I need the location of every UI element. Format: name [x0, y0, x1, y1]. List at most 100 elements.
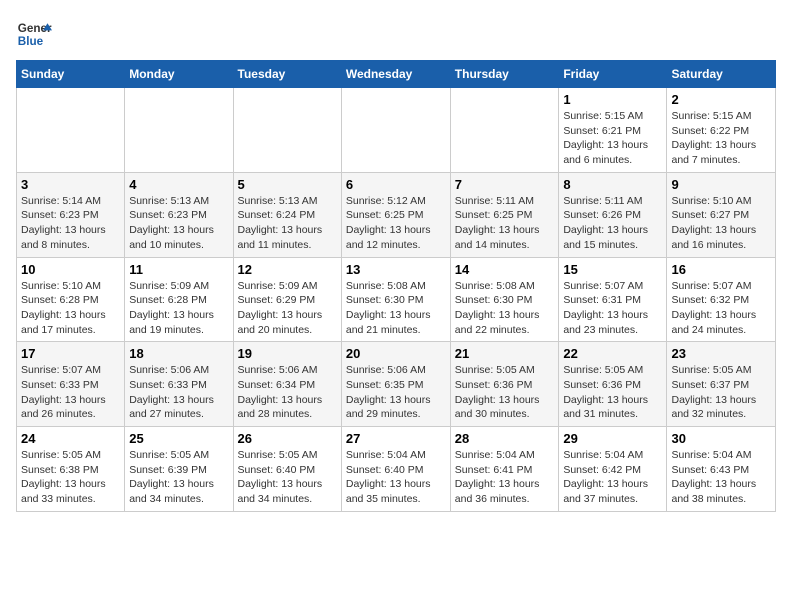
day-number: 27	[346, 431, 446, 446]
day-number: 22	[563, 346, 662, 361]
day-cell-26: 26 Sunrise: 5:05 AMSunset: 6:40 PMDayligh…	[233, 427, 341, 512]
day-number: 29	[563, 431, 662, 446]
day-cell-15: 15Sunrise: 5:07 AMSunset: 6:31 PMDayligh…	[559, 257, 667, 342]
day-header-tuesday: Tuesday	[233, 61, 341, 88]
day-cell-8: 8 Sunrise: 5:11 AMSunset: 6:26 PMDaylight…	[559, 172, 667, 257]
day-cell-2: 2Sunrise: 5:15 AMSunset: 6:22 PMDaylight…	[667, 88, 776, 173]
day-cell-6: 6 Sunrise: 5:12 AMSunset: 6:25 PMDaylight…	[341, 172, 450, 257]
empty-cell	[341, 88, 450, 173]
day-info: Sunrise: 5:06 AMSunset: 6:34 PMDaylight:…	[238, 363, 337, 422]
day-number: 24	[21, 431, 120, 446]
day-cell-25: 25 Sunrise: 5:05 AMSunset: 6:39 PMDayligh…	[125, 427, 233, 512]
header: General Blue	[16, 16, 776, 52]
day-cell-11: 11Sunrise: 5:09 AMSunset: 6:28 PMDayligh…	[125, 257, 233, 342]
day-cell-20: 20Sunrise: 5:06 AMSunset: 6:35 PMDayligh…	[341, 342, 450, 427]
day-cell-3: 3 Sunrise: 5:14 AMSunset: 6:23 PMDaylight…	[17, 172, 125, 257]
day-header-friday: Friday	[559, 61, 667, 88]
day-number: 18	[129, 346, 228, 361]
day-header-monday: Monday	[125, 61, 233, 88]
day-cell-4: 4 Sunrise: 5:13 AMSunset: 6:23 PMDaylight…	[125, 172, 233, 257]
day-info: Sunrise: 5:10 AMSunset: 6:27 PMDaylight:…	[671, 194, 771, 253]
day-number: 13	[346, 262, 446, 277]
svg-text:Blue: Blue	[18, 35, 44, 48]
day-header-wednesday: Wednesday	[341, 61, 450, 88]
day-info: Sunrise: 5:12 AMSunset: 6:25 PMDaylight:…	[346, 194, 446, 253]
day-header-saturday: Saturday	[667, 61, 776, 88]
day-info: Sunrise: 5:10 AMSunset: 6:28 PMDaylight:…	[21, 279, 120, 338]
day-cell-5: 5Sunrise: 5:13 AMSunset: 6:24 PMDaylight…	[233, 172, 341, 257]
day-number: 7	[455, 177, 555, 192]
day-cell-16: 16 Sunrise: 5:07 AMSunset: 6:32 PMDayligh…	[667, 257, 776, 342]
day-cell-10: 10 Sunrise: 5:10 AMSunset: 6:28 PMDayligh…	[17, 257, 125, 342]
day-cell-19: 19 Sunrise: 5:06 AMSunset: 6:34 PMDayligh…	[233, 342, 341, 427]
day-header-sunday: Sunday	[17, 61, 125, 88]
day-number: 6	[346, 177, 446, 192]
day-number: 14	[455, 262, 555, 277]
day-cell-21: 21Sunrise: 5:05 AMSunset: 6:36 PMDayligh…	[450, 342, 559, 427]
day-cell-12: 12 Sunrise: 5:09 AMSunset: 6:29 PMDayligh…	[233, 257, 341, 342]
day-number: 3	[21, 177, 120, 192]
day-number: 2	[671, 92, 771, 107]
day-number: 1	[563, 92, 662, 107]
day-info: Sunrise: 5:14 AMSunset: 6:23 PMDaylight:…	[21, 194, 120, 253]
day-number: 12	[238, 262, 337, 277]
day-cell-7: 7 Sunrise: 5:11 AMSunset: 6:25 PMDaylight…	[450, 172, 559, 257]
day-cell-30: 30 Sunrise: 5:04 AMSunset: 6:43 PMDayligh…	[667, 427, 776, 512]
day-number: 23	[671, 346, 771, 361]
day-number: 21	[455, 346, 555, 361]
day-info: Sunrise: 5:06 AMSunset: 6:33 PMDaylight:…	[129, 363, 228, 422]
day-info: Sunrise: 5:05 AMSunset: 6:37 PMDaylight:…	[671, 363, 771, 422]
day-info: Sunrise: 5:05 AMSunset: 6:40 PMDaylight:…	[238, 448, 337, 507]
empty-cell	[17, 88, 125, 173]
week-row-3: 10 Sunrise: 5:10 AMSunset: 6:28 PMDayligh…	[17, 257, 776, 342]
day-info: Sunrise: 5:11 AMSunset: 6:25 PMDaylight:…	[455, 194, 555, 253]
day-info: Sunrise: 5:05 AMSunset: 6:36 PMDaylight:…	[563, 363, 662, 422]
day-info: Sunrise: 5:05 AMSunset: 6:39 PMDaylight:…	[129, 448, 228, 507]
empty-cell	[233, 88, 341, 173]
week-row-4: 17 Sunrise: 5:07 AMSunset: 6:33 PMDayligh…	[17, 342, 776, 427]
day-number: 5	[238, 177, 337, 192]
day-cell-1: 1 Sunrise: 5:15 AMSunset: 6:21 PMDaylight…	[559, 88, 667, 173]
calendar: SundayMondayTuesdayWednesdayThursdayFrid…	[16, 60, 776, 512]
day-number: 16	[671, 262, 771, 277]
day-header-thursday: Thursday	[450, 61, 559, 88]
day-number: 8	[563, 177, 662, 192]
day-number: 30	[671, 431, 771, 446]
day-info: Sunrise: 5:04 AMSunset: 6:42 PMDaylight:…	[563, 448, 662, 507]
day-info: Sunrise: 5:07 AMSunset: 6:33 PMDaylight:…	[21, 363, 120, 422]
day-info: Sunrise: 5:13 AMSunset: 6:23 PMDaylight:…	[129, 194, 228, 253]
day-cell-29: 29 Sunrise: 5:04 AMSunset: 6:42 PMDayligh…	[559, 427, 667, 512]
day-number: 11	[129, 262, 228, 277]
day-number: 4	[129, 177, 228, 192]
day-number: 26	[238, 431, 337, 446]
empty-cell	[125, 88, 233, 173]
day-info: Sunrise: 5:04 AMSunset: 6:40 PMDaylight:…	[346, 448, 446, 507]
day-info: Sunrise: 5:07 AMSunset: 6:32 PMDaylight:…	[671, 279, 771, 338]
day-info: Sunrise: 5:04 AMSunset: 6:43 PMDaylight:…	[671, 448, 771, 507]
week-row-1: 1 Sunrise: 5:15 AMSunset: 6:21 PMDaylight…	[17, 88, 776, 173]
day-number: 10	[21, 262, 120, 277]
day-info: Sunrise: 5:08 AMSunset: 6:30 PMDaylight:…	[455, 279, 555, 338]
day-cell-9: 9 Sunrise: 5:10 AMSunset: 6:27 PMDaylight…	[667, 172, 776, 257]
day-info: Sunrise: 5:15 AMSunset: 6:21 PMDaylight:…	[563, 109, 662, 168]
empty-cell	[450, 88, 559, 173]
day-number: 15	[563, 262, 662, 277]
day-cell-27: 27 Sunrise: 5:04 AMSunset: 6:40 PMDayligh…	[341, 427, 450, 512]
week-row-2: 3 Sunrise: 5:14 AMSunset: 6:23 PMDaylight…	[17, 172, 776, 257]
day-info: Sunrise: 5:09 AMSunset: 6:29 PMDaylight:…	[238, 279, 337, 338]
day-number: 25	[129, 431, 228, 446]
day-cell-18: 18 Sunrise: 5:06 AMSunset: 6:33 PMDayligh…	[125, 342, 233, 427]
day-number: 9	[671, 177, 771, 192]
day-cell-23: 23 Sunrise: 5:05 AMSunset: 6:37 PMDayligh…	[667, 342, 776, 427]
day-cell-17: 17 Sunrise: 5:07 AMSunset: 6:33 PMDayligh…	[17, 342, 125, 427]
logo-icon: General Blue	[16, 16, 52, 52]
day-cell-22: 22 Sunrise: 5:05 AMSunset: 6:36 PMDayligh…	[559, 342, 667, 427]
day-info: Sunrise: 5:08 AMSunset: 6:30 PMDaylight:…	[346, 279, 446, 338]
day-info: Sunrise: 5:04 AMSunset: 6:41 PMDaylight:…	[455, 448, 555, 507]
day-number: 28	[455, 431, 555, 446]
day-number: 17	[21, 346, 120, 361]
day-cell-13: 13 Sunrise: 5:08 AMSunset: 6:30 PMDayligh…	[341, 257, 450, 342]
day-number: 19	[238, 346, 337, 361]
day-info: Sunrise: 5:11 AMSunset: 6:26 PMDaylight:…	[563, 194, 662, 253]
day-cell-14: 14 Sunrise: 5:08 AMSunset: 6:30 PMDayligh…	[450, 257, 559, 342]
